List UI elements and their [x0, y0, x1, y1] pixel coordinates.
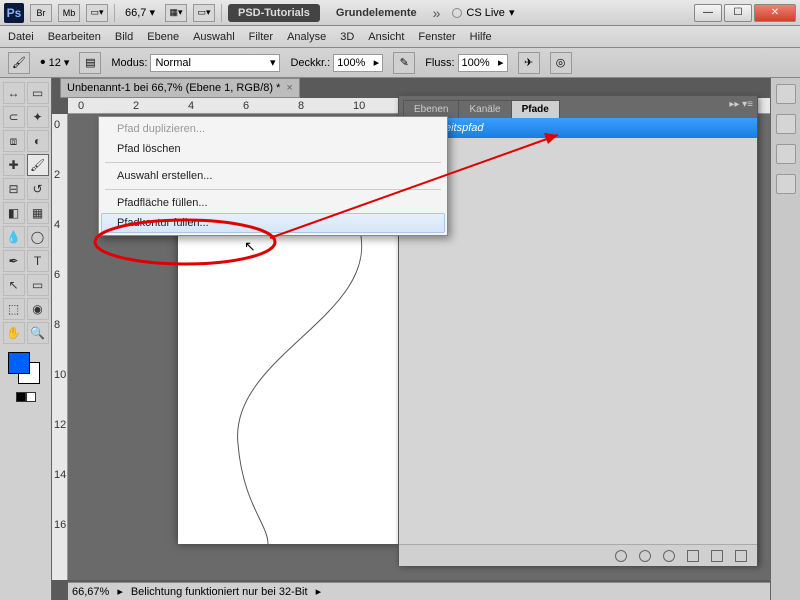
path-select-tool[interactable]: ↖ — [3, 274, 25, 296]
fill-path-icon[interactable] — [615, 550, 627, 562]
type-tool[interactable]: T — [27, 250, 49, 272]
close-button[interactable]: ✕ — [754, 4, 796, 22]
wand-tool[interactable]: ✦ — [27, 106, 49, 128]
ruler-vertical: 0246810121416 — [52, 114, 68, 580]
brush-preset[interactable]: •12 ▾ — [40, 54, 69, 72]
mode-select[interactable]: Normal▾ — [150, 54, 280, 72]
lasso-tool[interactable]: ⊂ — [3, 106, 25, 128]
move-tool[interactable]: ↔ — [3, 82, 25, 104]
marquee-tool[interactable]: ▭ — [27, 82, 49, 104]
menu-fenster[interactable]: Fenster — [418, 31, 455, 43]
menubar: Datei Bearbeiten Bild Ebene Auswahl Filt… — [0, 26, 800, 48]
status-message: Belichtung funktioniert nur bei 32-Bit — [131, 586, 308, 598]
menu-analyse[interactable]: Analyse — [287, 31, 326, 43]
paths-list[interactable]: eitspfad — [399, 118, 757, 544]
ctx-pfadkontur-fuellen[interactable]: Pfadkontur füllen... — [101, 213, 445, 233]
menu-ebene[interactable]: Ebene — [147, 31, 179, 43]
hand-tool[interactable]: ✋ — [3, 322, 25, 344]
brush-panel-icon[interactable]: ▤ — [79, 52, 101, 74]
color-swatches[interactable] — [8, 352, 44, 388]
blur-tool[interactable]: 💧 — [3, 226, 25, 248]
panel-menu-icon[interactable]: ▸▸ ▾≡ — [729, 99, 753, 110]
titlebar: Ps Br Mb ▭▾ 66,7 ▾ ▦▾ ▭▾ PSD-Tutorials G… — [0, 0, 800, 26]
3d-tool[interactable]: ⬚ — [3, 298, 25, 320]
selection-to-path-icon[interactable] — [687, 550, 699, 562]
ctx-pfad-duplizieren: Pfad duplizieren... — [101, 119, 445, 139]
shape-tool[interactable]: ▭ — [27, 274, 49, 296]
status-bar: 66,67% ▸ Belichtung funktioniert nur bei… — [68, 582, 770, 600]
minibridge-icon[interactable]: Mb — [58, 4, 80, 22]
opacity-pressure-icon[interactable]: ✎ — [393, 52, 415, 74]
minimize-button[interactable]: — — [694, 4, 722, 22]
bridge-icon[interactable]: Br — [30, 4, 52, 22]
adjustments-panel-icon[interactable] — [776, 144, 796, 164]
tab-pfade[interactable]: Pfade — [511, 100, 560, 118]
eraser-tool[interactable]: ◧ — [3, 202, 25, 224]
layers-panel-icon[interactable] — [776, 174, 796, 194]
stroke-path-icon[interactable] — [639, 550, 651, 562]
menu-3d[interactable]: 3D — [340, 31, 354, 43]
3d-camera-tool[interactable]: ◉ — [27, 298, 49, 320]
arrange-docs-icon[interactable]: ▭▾ — [193, 4, 215, 22]
heal-tool[interactable]: ✚ — [3, 154, 25, 176]
menu-filter[interactable]: Filter — [249, 31, 273, 43]
flow-input[interactable]: 100%▸ — [458, 54, 508, 72]
flow-label: Fluss: — [425, 57, 454, 69]
gradient-tool[interactable]: ▦ — [27, 202, 49, 224]
ctx-pfad-loeschen[interactable]: Pfad löschen — [101, 139, 445, 159]
path-to-selection-icon[interactable] — [663, 550, 675, 562]
menu-hilfe[interactable]: Hilfe — [470, 31, 492, 43]
new-path-icon[interactable] — [711, 550, 723, 562]
menu-auswahl[interactable]: Auswahl — [193, 31, 235, 43]
toolbox: ↔ ▭ ⊂ ✦ ⧈ ◐ ✚ 🖌 ⊟ ↺ ◧ ▦ 💧 ◯ ✒ T ↖ ▭ ⬚ ◉ … — [0, 78, 52, 600]
paths-panel: Ebenen Kanäle Pfade ▸▸ ▾≡ eitspfad — [398, 95, 758, 565]
cs-live[interactable]: CS Live ▾ — [446, 6, 520, 19]
ctx-pfadflaeche-fuellen[interactable]: Pfadfläche füllen... — [101, 193, 445, 213]
menu-bearbeiten[interactable]: Bearbeiten — [48, 31, 101, 43]
status-zoom[interactable]: 66,67% — [72, 586, 109, 598]
pen-tool[interactable]: ✒ — [3, 250, 25, 272]
history-brush-tool[interactable]: ↺ — [27, 178, 49, 200]
default-colors-icon[interactable] — [16, 392, 36, 406]
tablet-pressure-icon[interactable]: ◎ — [550, 52, 572, 74]
foreground-color[interactable] — [8, 352, 30, 374]
tab-kanaele[interactable]: Kanäle — [458, 100, 511, 118]
path-row-arbeitspfad[interactable]: eitspfad — [399, 118, 757, 138]
photoshop-icon: Ps — [4, 3, 24, 23]
cursor-icon: ↖ — [244, 238, 256, 255]
workspace-tab-psd[interactable]: PSD-Tutorials — [228, 4, 320, 22]
brush-tool[interactable]: 🖌 — [27, 154, 49, 176]
eyedropper-tool[interactable]: ◐ — [27, 130, 49, 152]
crop-tool[interactable]: ⧈ — [3, 130, 25, 152]
context-menu: Pfad duplizieren... Pfad löschen Auswahl… — [98, 116, 448, 236]
swatches-panel-icon[interactable] — [776, 84, 796, 104]
menu-bild[interactable]: Bild — [115, 31, 133, 43]
workspace-more-icon[interactable]: » — [433, 5, 441, 21]
opacity-label: Deckkr.: — [290, 57, 330, 69]
color-panel-icon[interactable] — [776, 114, 796, 134]
mode-label: Modus: — [111, 57, 147, 69]
current-tool-icon[interactable]: 🖌 — [8, 52, 30, 74]
screen-mode-icon[interactable]: ▭▾ — [86, 4, 108, 22]
ctx-auswahl-erstellen[interactable]: Auswahl erstellen... — [101, 166, 445, 186]
menu-ansicht[interactable]: Ansicht — [368, 31, 404, 43]
opacity-input[interactable]: 100%▸ — [333, 54, 383, 72]
dodge-tool[interactable]: ◯ — [27, 226, 49, 248]
maximize-button[interactable]: ☐ — [724, 4, 752, 22]
zoom-value[interactable]: 66,7 ▾ — [121, 6, 159, 19]
close-tab-icon[interactable]: × — [286, 82, 292, 94]
panel-strip — [770, 78, 800, 600]
work-path — [208, 224, 388, 544]
path-name: eitspfad — [445, 122, 484, 134]
delete-path-icon[interactable] — [735, 550, 747, 562]
paths-panel-footer — [399, 544, 757, 566]
airbrush-icon[interactable]: ✈ — [518, 52, 540, 74]
workspace-tab-grund[interactable]: Grundelemente — [326, 4, 427, 22]
view-extras-icon[interactable]: ▦▾ — [165, 4, 187, 22]
zoom-tool[interactable]: 🔍 — [27, 322, 49, 344]
document-tab[interactable]: Unbenannt-1 bei 66,7% (Ebene 1, RGB/8) *… — [60, 78, 300, 98]
options-bar: 🖌 •12 ▾ ▤ Modus: Normal▾ Deckkr.: 100%▸ … — [0, 48, 800, 78]
stamp-tool[interactable]: ⊟ — [3, 178, 25, 200]
menu-datei[interactable]: Datei — [8, 31, 34, 43]
